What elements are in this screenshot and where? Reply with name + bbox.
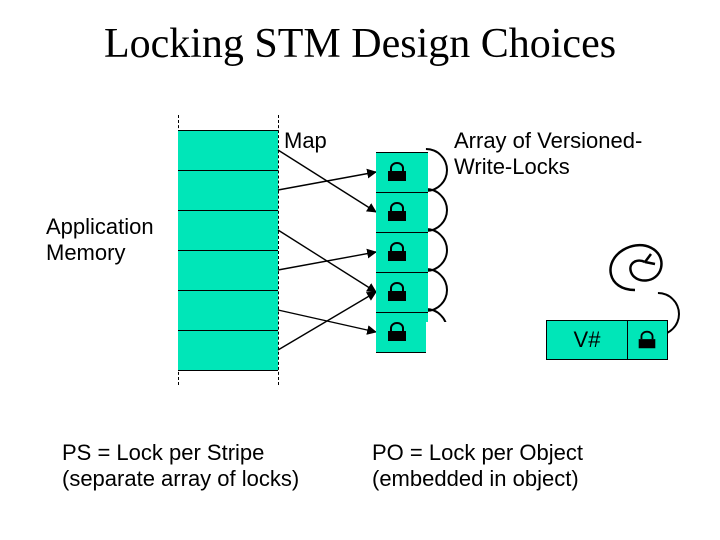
memory-cell <box>178 291 278 331</box>
padlock-icon <box>384 201 410 223</box>
label-memory: Memory <box>46 240 125 265</box>
padlock-icon <box>384 241 410 263</box>
label-lock-array-line1: Array of Versioned- <box>454 128 642 153</box>
slide-title: Locking STM Design Choices <box>0 20 720 68</box>
label-application: Application <box>46 214 154 239</box>
lock-cell <box>376 233 428 273</box>
memory-cell <box>178 211 278 251</box>
dash-right <box>278 115 279 385</box>
padlock-icon <box>384 161 410 183</box>
caption-ps-line1: PS = Lock per Stripe <box>62 440 264 465</box>
lock-array-column <box>376 152 428 353</box>
memory-cell <box>178 171 278 211</box>
object-lock-divider <box>627 321 628 359</box>
memory-cell <box>178 251 278 291</box>
memory-column <box>178 130 278 371</box>
caption-po-line2: (embedded in object) <box>372 466 579 491</box>
padlock-icon <box>384 321 410 343</box>
white-overlay <box>426 322 546 366</box>
label-map: Map <box>284 128 327 154</box>
memory-cell <box>178 331 278 371</box>
padlock-icon <box>635 329 659 351</box>
lock-cell <box>376 313 428 353</box>
label-application-memory: Application Memory <box>46 214 154 267</box>
lock-cell <box>376 193 428 233</box>
caption-po-line1: PO = Lock per Object <box>372 440 583 465</box>
padlock-icon <box>384 281 410 303</box>
caption-ps-line2: (separate array of locks) <box>62 466 299 491</box>
lock-cell <box>376 153 428 193</box>
object-lock-box: V# <box>546 320 668 360</box>
label-lock-array: Array of Versioned- Write-Locks <box>454 128 642 181</box>
caption-po: PO = Lock per Object (embedded in object… <box>372 440 583 493</box>
lock-cell <box>376 273 428 313</box>
label-lock-array-line2: Write-Locks <box>454 154 570 179</box>
spiral-arrow-icon <box>595 232 675 300</box>
version-number-label: V# <box>547 321 627 359</box>
caption-ps: PS = Lock per Stripe (separate array of … <box>62 440 299 493</box>
memory-cell <box>178 131 278 171</box>
